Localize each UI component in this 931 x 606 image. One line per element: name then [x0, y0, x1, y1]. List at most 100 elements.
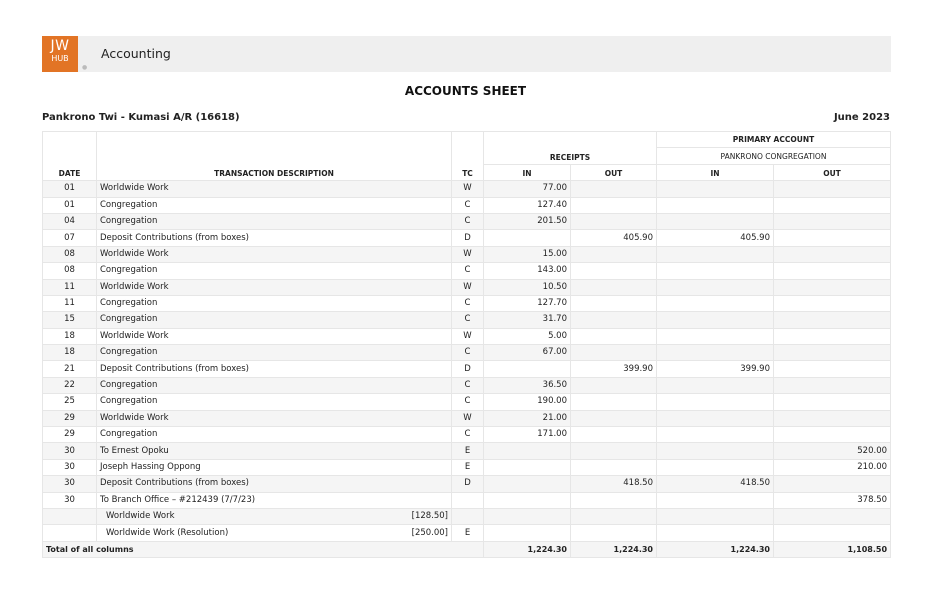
cell-primary-in — [656, 278, 774, 296]
col-header-primary-out: OUT — [772, 163, 892, 182]
cell-tc: W — [451, 278, 484, 296]
transactions-body: 01 Worldwide Work W 77.00 01 Congregation C 127… — [42, 180, 892, 559]
cell-receipts-in: 36.50 — [483, 376, 571, 395]
cell-description: Congregation — [96, 376, 452, 395]
cell-receipts-out — [570, 311, 657, 329]
totals-row: Total of all columns 1,224.30 1,224.30 1,22… — [42, 540, 892, 559]
cell-primary-out — [772, 507, 892, 526]
cell-date: 08 — [42, 245, 97, 264]
cell-description: Worldwide Work — [96, 180, 452, 198]
cell-primary-out — [772, 360, 892, 378]
cell-receipts-in — [483, 524, 571, 542]
cell-tc: D — [451, 475, 484, 493]
cell-primary-in — [656, 524, 774, 542]
cell-tc: C — [451, 311, 484, 329]
cell-primary-in — [656, 294, 774, 313]
cell-receipts-in: 190.00 — [483, 393, 571, 411]
total-receipts-in: 1,224.30 — [483, 540, 571, 559]
cell-tc: W — [451, 409, 484, 428]
cell-date: 11 — [42, 278, 97, 296]
cell-description: Deposit Contributions (from boxes) — [96, 360, 452, 378]
cell-date: 30 — [42, 491, 97, 509]
cell-primary-out — [772, 229, 892, 247]
cell-primary-in — [656, 458, 774, 477]
cell-receipts-in: 15.00 — [483, 245, 571, 264]
cell-description: Deposit Contributions (from boxes) — [96, 475, 452, 493]
cell-date: 15 — [42, 311, 97, 329]
table-row: 04 Congregation C 201.50 — [42, 212, 892, 231]
cell-primary-out — [772, 196, 892, 214]
cell-primary-out — [772, 262, 892, 280]
cell-date: 11 — [42, 294, 97, 313]
cell-tc: C — [451, 426, 484, 444]
cell-date: 30 — [42, 475, 97, 493]
cell-primary-in: 418.50 — [656, 475, 774, 493]
cell-date: 01 — [42, 196, 97, 214]
cell-date-empty — [42, 524, 97, 542]
cell-description: Congregation — [96, 393, 452, 411]
col-header-tc: TC — [451, 130, 484, 182]
logo-text-jw: JW — [50, 38, 70, 54]
table-row: 30 To Ernest Opoku E 520.00 — [42, 442, 892, 460]
sub-description-text: Worldwide Work (Resolution) — [106, 527, 229, 538]
total-primary-out: 1,108.50 — [772, 540, 892, 559]
cell-primary-in: 405.90 — [656, 229, 774, 247]
cell-primary-out — [772, 344, 892, 362]
cell-primary-in — [656, 180, 774, 198]
cell-date: 08 — [42, 262, 97, 280]
cell-tc: C — [451, 294, 484, 313]
report-period: June 2023 — [833, 112, 890, 123]
cell-tc: D — [451, 229, 484, 247]
cell-date: 07 — [42, 229, 97, 247]
cell-receipts-in — [483, 491, 571, 509]
cell-date: 22 — [42, 376, 97, 395]
cell-primary-in: 399.90 — [656, 360, 774, 378]
cell-receipts-in: 10.50 — [483, 278, 571, 296]
sub-description-amount: [128.50] — [411, 511, 448, 522]
sub-description-wrap: Worldwide Work [128.50] — [100, 510, 448, 523]
cell-receipts-in: 31.70 — [483, 311, 571, 329]
cell-primary-in — [656, 507, 774, 526]
cell-primary-in — [656, 327, 774, 346]
table-row: 30 To Branch Office – #212439 (7/7/23) 378… — [42, 491, 892, 509]
cell-primary-out — [772, 212, 892, 231]
cell-date: 30 — [42, 458, 97, 477]
cell-description: To Ernest Opoku — [96, 442, 452, 460]
cell-date: 18 — [42, 344, 97, 362]
jw-hub-logo[interactable]: JW HUB — [42, 36, 78, 72]
cell-description: To Branch Office – #212439 (7/7/23) — [96, 491, 452, 509]
cell-description: Congregation — [96, 294, 452, 313]
cell-primary-out — [772, 393, 892, 411]
totals-label: Total of all columns — [42, 540, 484, 559]
table-row: 11 Congregation C 127.70 — [42, 294, 892, 313]
cell-receipts-out — [570, 262, 657, 280]
cell-receipts-in: 127.70 — [483, 294, 571, 313]
total-primary-in: 1,224.30 — [656, 540, 774, 559]
table-subrow: Worldwide Work [128.50] — [42, 507, 892, 526]
cell-receipts-out — [570, 376, 657, 395]
cell-primary-in — [656, 344, 774, 362]
cell-receipts-out — [570, 327, 657, 346]
cell-primary-out — [772, 327, 892, 346]
cell-date: 01 — [42, 180, 97, 198]
cell-description: Congregation — [96, 212, 452, 231]
cell-receipts-in: 127.40 — [483, 196, 571, 214]
cell-primary-out — [772, 245, 892, 264]
cell-primary-in — [656, 426, 774, 444]
cell-tc: C — [451, 393, 484, 411]
primary-account-sub-label: PANKRONO CONGREGATION — [720, 151, 827, 161]
cell-primary-out: 378.50 — [772, 491, 892, 509]
cell-receipts-out — [570, 212, 657, 231]
cell-description: Worldwide Work — [96, 245, 452, 264]
table-row: 21 Deposit Contributions (from boxes) D 399… — [42, 360, 892, 378]
cell-primary-out — [772, 311, 892, 329]
cell-sub-description: Worldwide Work (Resolution) [250.00] — [96, 524, 452, 542]
table-subrow: Worldwide Work (Resolution) [250.00] E — [42, 524, 892, 542]
cell-receipts-out — [570, 458, 657, 477]
cell-tc: C — [451, 344, 484, 362]
cell-primary-in — [656, 409, 774, 428]
cell-tc — [451, 507, 484, 526]
cell-description: Worldwide Work — [96, 409, 452, 428]
cell-primary-in — [656, 491, 774, 509]
table-row: 11 Worldwide Work W 10.50 — [42, 278, 892, 296]
